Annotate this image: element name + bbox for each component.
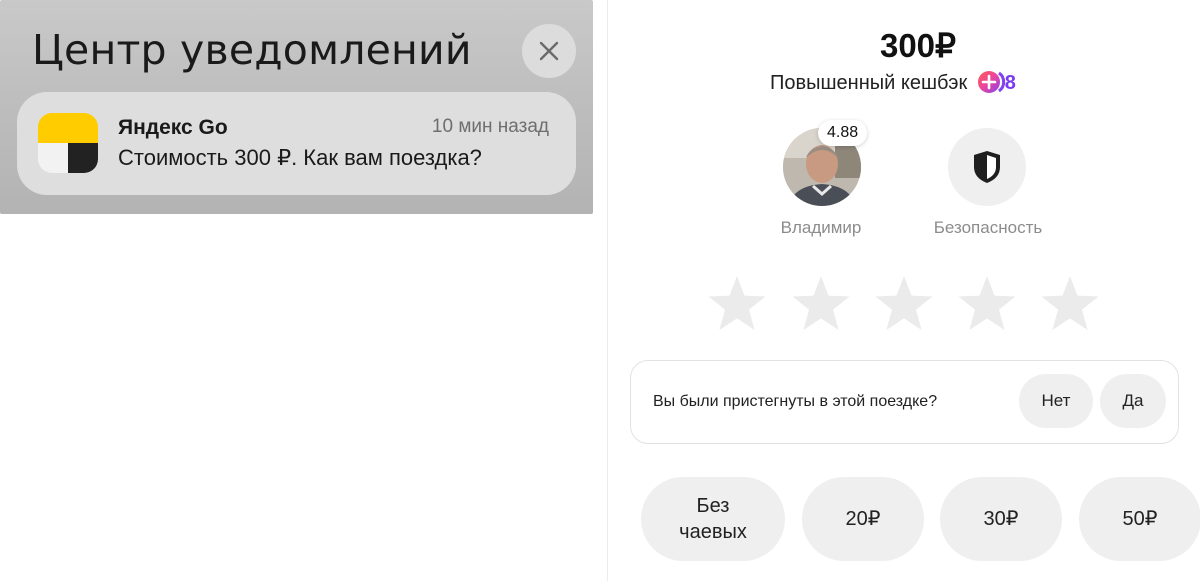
tip-20-button[interactable]: 20₽: [802, 477, 924, 561]
safety-label: Безопасность: [933, 218, 1043, 237]
seatbelt-no-button[interactable]: Нет: [1019, 374, 1093, 428]
seatbelt-yes-button[interactable]: Да: [1100, 374, 1166, 428]
cashback-badge-value: 8: [1004, 72, 1016, 94]
star-rating: [706, 273, 1106, 335]
tip-50-button[interactable]: 50₽: [1079, 477, 1200, 561]
notification-app-name: Яндекс Go: [118, 116, 228, 139]
close-icon: [539, 41, 559, 61]
tip-50-label: 50₽: [1122, 508, 1158, 530]
notification-center-panel: Центр уведомлений Яндекс Go 10 мин назад…: [0, 0, 593, 214]
ride-price: 300₽: [879, 27, 957, 64]
close-button[interactable]: [522, 24, 576, 78]
driver-name: Владимир: [780, 218, 862, 237]
tip-20-label: 20₽: [845, 508, 881, 530]
star-icon[interactable]: [956, 273, 1018, 335]
no-tip-label-line1: Без: [696, 495, 730, 517]
shield-icon: [974, 151, 1000, 183]
no-tip-button[interactable]: Без чаевых: [641, 477, 785, 561]
tip-30-label: 30₽: [983, 508, 1019, 530]
driver-rating-badge: 4.88: [818, 120, 868, 146]
plus-cashback-icon: [977, 71, 1005, 93]
star-icon[interactable]: [1039, 273, 1101, 335]
notification-time: 10 мин назад: [431, 116, 549, 137]
seatbelt-question: Вы были пристегнуты в этой поездке?: [653, 393, 938, 410]
star-icon[interactable]: [706, 273, 768, 335]
safety-button[interactable]: [948, 128, 1026, 206]
notification-center-title: Центр уведомлений: [32, 26, 472, 74]
ride-rating-panel: 300₽ Повышенный кешбэк 8 4.88 Владимир Б…: [607, 0, 1200, 581]
yandex-go-app-icon: [38, 113, 98, 173]
star-icon[interactable]: [873, 273, 935, 335]
no-tip-label-line2: чаевых: [679, 521, 747, 543]
notification-body: Стоимость 300 ₽. Как вам поездка?: [118, 145, 482, 170]
notification-card[interactable]: Яндекс Go 10 мин назад Стоимость 300 ₽. …: [17, 92, 576, 195]
star-icon[interactable]: [790, 273, 852, 335]
tip-30-button[interactable]: 30₽: [940, 477, 1062, 561]
cashback-info: Повышенный кешбэк 8: [770, 70, 1016, 95]
cashback-label: Повышенный кешбэк: [770, 72, 968, 94]
seatbelt-question-card: Вы были пристегнуты в этой поездке? Нет …: [630, 360, 1179, 444]
